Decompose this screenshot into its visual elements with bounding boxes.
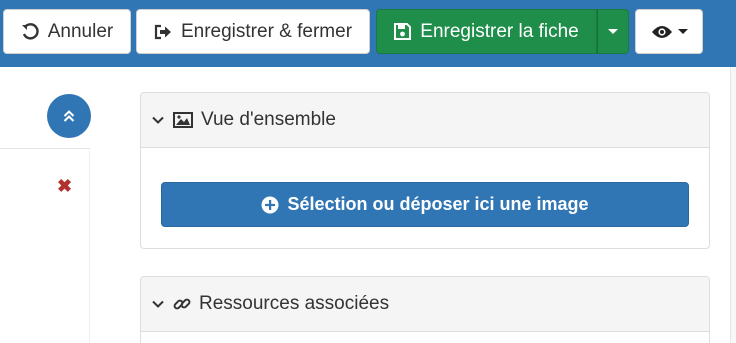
plus-circle-icon (261, 196, 279, 214)
overview-panel: Vue d'ensemble Sélection ou déposer ici … (140, 92, 710, 249)
link-icon (173, 295, 191, 313)
related-resources-panel: Ressources associées (140, 276, 710, 343)
overview-panel-header[interactable]: Vue d'ensemble (141, 93, 709, 148)
caret-down-icon (608, 29, 618, 34)
save-and-close-button[interactable]: Enregistrer & fermer (136, 9, 370, 54)
floppy-disk-icon (394, 23, 412, 40)
chevron-down-icon (152, 116, 164, 124)
sidebar-divider (0, 148, 90, 149)
overview-panel-title: Vue d'ensemble (201, 109, 336, 130)
caret-down-icon (677, 29, 688, 34)
chevron-down-icon (152, 300, 164, 308)
cancel-label: Annuler (47, 20, 114, 42)
sign-out-icon (154, 24, 172, 40)
eye-icon (651, 25, 673, 39)
double-chevron-up-icon (63, 109, 75, 123)
undo-icon (21, 22, 39, 41)
image-upload-label: Sélection ou déposer ici une image (287, 194, 589, 214)
image-upload-button[interactable]: Sélection ou déposer ici une image (161, 182, 689, 227)
sidebar-border (89, 150, 90, 343)
save-and-close-label: Enregistrer & fermer (180, 20, 353, 42)
top-toolbar: Annuler Enregistrer & fermer Enregistrer… (0, 0, 736, 67)
view-options-button[interactable] (635, 9, 703, 54)
save-options-dropdown-button[interactable] (597, 9, 629, 54)
related-resources-panel-title: Ressources associées (199, 293, 390, 314)
picture-icon (173, 112, 193, 128)
page-scrollbar[interactable] (730, 67, 736, 343)
save-record-button[interactable]: Enregistrer la fiche (376, 9, 597, 54)
scroll-to-top-button[interactable] (47, 94, 91, 138)
related-resources-panel-header[interactable]: Ressources associées (141, 277, 709, 332)
remove-x-icon[interactable]: ✖ (57, 177, 72, 195)
cancel-button[interactable]: Annuler (3, 9, 131, 54)
save-record-label: Enregistrer la fiche (420, 20, 579, 42)
